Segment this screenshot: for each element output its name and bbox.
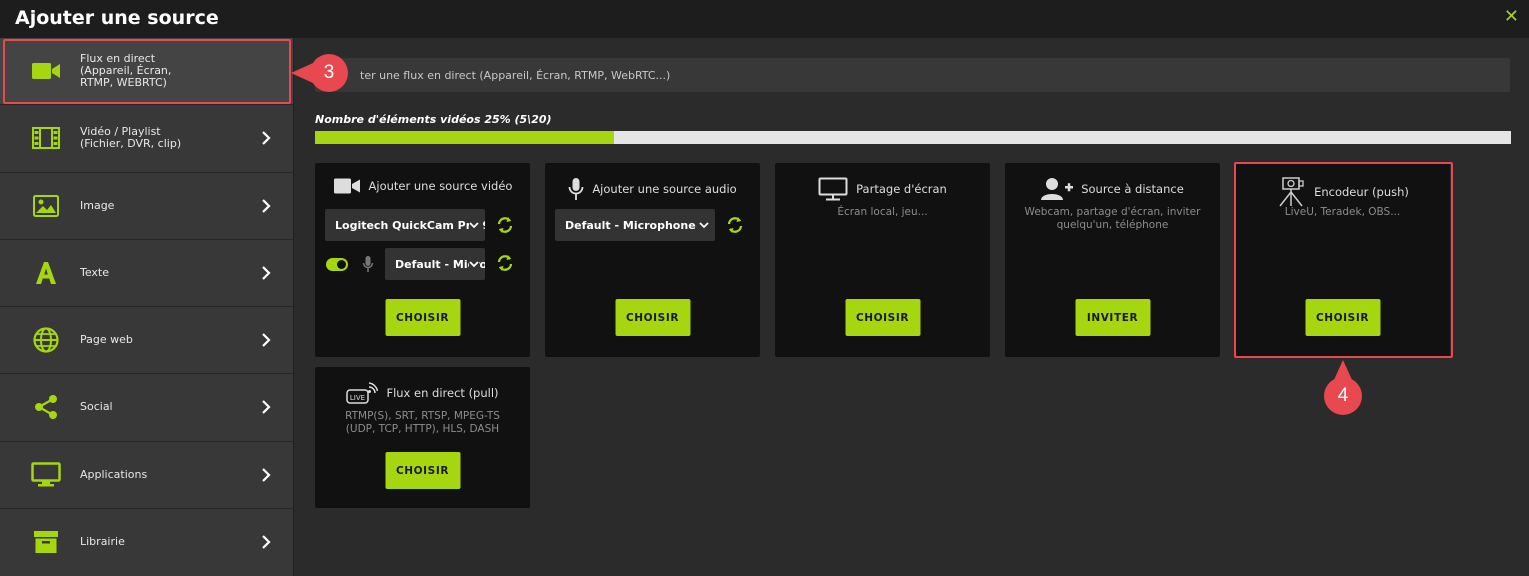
card-remote-source: Source à distance Webcam, partage d'écra…	[1005, 163, 1220, 357]
refresh-icon[interactable]	[496, 254, 514, 272]
close-icon[interactable]: ✕	[1504, 6, 1519, 27]
sidebar-item-applications[interactable]: Applications	[0, 442, 293, 509]
card-audio-source: Ajouter une source audio Default - Micro…	[545, 163, 760, 357]
monitor-icon	[818, 177, 848, 201]
choose-encoder-button[interactable]: CHOISIR	[1305, 299, 1380, 336]
card-title: Encodeur (push)	[1314, 185, 1409, 199]
chevron-right-icon	[262, 467, 271, 482]
audio-device-select[interactable]: Default - Microphone	[385, 248, 485, 280]
globe-icon	[31, 325, 61, 355]
sidebar-item-library[interactable]: Librairie	[0, 509, 293, 576]
video-camera-icon	[333, 178, 360, 194]
microphone-icon	[362, 256, 374, 272]
main-panel: ter une flux en direct (Appareil, Écran,…	[295, 38, 1529, 576]
video-camera-icon	[31, 56, 61, 86]
card-subtitle: Webcam, partage d'écran, inviter quelqu'…	[1024, 206, 1201, 231]
sidebar-item-web-page[interactable]: Page web	[0, 307, 293, 375]
usage-progress-fill	[315, 131, 614, 144]
card-subtitle: LiveU, Teradek, OBS...	[1284, 206, 1401, 218]
audio-toggle[interactable]	[326, 258, 348, 271]
card-title: Partage d'écran	[856, 182, 947, 196]
monitor-icon	[31, 460, 61, 490]
sidebar-item-social[interactable]: Social	[0, 374, 293, 442]
choose-screen-button[interactable]: CHOISIR	[845, 299, 920, 336]
card-video-source: Ajouter une source vidéo Logitech QuickC…	[315, 163, 530, 357]
choose-video-button[interactable]: CHOISIR	[385, 299, 460, 336]
chevron-right-icon	[262, 266, 271, 280]
select-value: Default - Microphone	[565, 218, 696, 232]
card-live-pull: LIVE Flux en direct (pull) RTMP(S), SRT,…	[315, 367, 530, 508]
image-icon	[31, 191, 61, 221]
select-value: Logitech QuickCam Pro 9000	[335, 218, 485, 232]
microphone-icon	[568, 178, 584, 200]
card-subtitle: RTMP(S), SRT, RTSP, MPEG-TS (UDP, TCP, H…	[345, 410, 500, 435]
video-device-select[interactable]: Logitech QuickCam Pro 9000	[325, 209, 485, 241]
card-title: Ajouter une source audio	[592, 182, 737, 196]
sidebar-item-label: Page web	[80, 333, 133, 347]
sidebar-item-label: Applications	[80, 467, 148, 481]
dialog-titlebar: Ajouter une source ✕	[0, 0, 1529, 38]
section-description: ter une flux en direct (Appareil, Écran,…	[315, 58, 1510, 92]
usage-progress-bar	[315, 131, 1511, 144]
sidebar-item-label: Social	[80, 400, 113, 414]
step-badge-4: 4	[1324, 377, 1362, 415]
card-screen-share: Partage d'écran Écran local, jeu... CHOI…	[775, 163, 990, 357]
microphone-select[interactable]: Default - Microphone	[555, 209, 715, 241]
sidebar-item-label: Texte	[80, 265, 110, 279]
svg-text:LIVE: LIVE	[350, 394, 365, 402]
sidebar: Flux en direct (Appareil, Écran, RTMP, W…	[0, 38, 294, 576]
sidebar-item-image[interactable]: Image	[0, 173, 293, 240]
chevron-right-icon	[262, 198, 271, 213]
step-badge-3: 3	[310, 54, 348, 92]
dialog-title: Ajouter une source	[15, 7, 219, 29]
tripod-camera-icon	[1279, 177, 1304, 207]
choose-pull-button[interactable]: CHOISIR	[385, 452, 460, 489]
usage-label: Nombre d'éléments vidéos 25% (5\20)	[315, 113, 552, 126]
card-title: Ajouter une source vidéo	[368, 179, 513, 193]
sidebar-item-text[interactable]: Texte	[0, 240, 293, 307]
sidebar-item-live-stream[interactable]: Flux en direct (Appareil, Écran, RTMP, W…	[0, 38, 293, 106]
film-icon	[31, 123, 61, 153]
card-title: Source à distance	[1081, 182, 1184, 196]
add-user-icon	[1041, 178, 1074, 200]
chevron-right-icon	[262, 333, 271, 347]
chevron-right-icon	[262, 400, 271, 415]
chevron-right-icon	[262, 535, 271, 550]
text-icon	[31, 258, 61, 288]
share-icon	[31, 392, 61, 422]
card-title: Flux en direct (pull)	[386, 386, 499, 400]
chevron-right-icon	[262, 131, 271, 146]
invite-button[interactable]: INVITER	[1075, 299, 1150, 336]
sidebar-item-label: Librairie	[80, 535, 125, 549]
chevron-down-icon	[469, 259, 479, 269]
card-subtitle: Écran local, jeu...	[837, 206, 928, 218]
choose-audio-button[interactable]: CHOISIR	[615, 299, 690, 336]
chevron-down-icon	[469, 220, 479, 230]
sidebar-item-label: Vidéo / Playlist (Fichier, DVR, clip)	[80, 125, 182, 151]
sidebar-item-label: Image	[80, 198, 115, 212]
chevron-down-icon	[699, 220, 709, 230]
refresh-icon[interactable]	[496, 216, 514, 234]
live-broadcast-icon: LIVE	[346, 382, 379, 404]
refresh-icon[interactable]	[726, 216, 744, 234]
sidebar-item-label: Flux en direct (Appareil, Écran, RTMP, W…	[80, 52, 172, 90]
archive-icon	[31, 527, 61, 557]
card-encoder-push: Encodeur (push) LiveU, Teradek, OBS... C…	[1235, 163, 1450, 357]
sidebar-item-video-playlist[interactable]: Vidéo / Playlist (Fichier, DVR, clip)	[0, 105, 293, 173]
